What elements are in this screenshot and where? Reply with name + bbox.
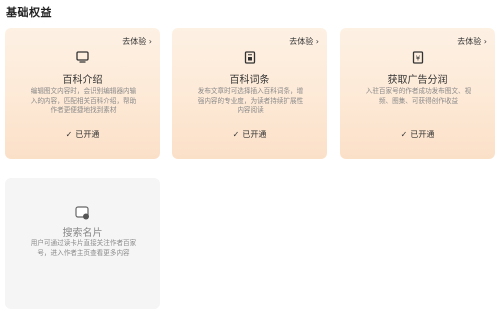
svg-text:¥: ¥ [415, 54, 420, 62]
try-it-link[interactable]: 去体验 › [457, 36, 487, 47]
try-it-link-label: 去体验 [289, 37, 314, 46]
check-icon: ✓ [65, 130, 73, 139]
card-description: 用户可通过读卡片直接关注作者百家号，进入作者主页查看更多内容 [30, 239, 137, 257]
search-card-icon [74, 205, 91, 221]
try-it-link-label: 去体验 [457, 37, 482, 46]
check-icon: ✓ [400, 130, 408, 139]
check-icon: ✓ [232, 130, 240, 139]
try-it-link[interactable]: 去体验 › [289, 36, 319, 47]
document-tag-icon [242, 49, 258, 65]
status-enabled: ✓ 已开通 [340, 129, 495, 140]
tv-screen-icon [75, 49, 91, 65]
card-baike-intro: 去体验 › 百科介绍 编辑图文内容时，会识别编辑器内输入的内容，匹配相关百科介绍… [5, 28, 160, 159]
try-it-link[interactable]: 去体验 › [122, 36, 152, 47]
status-label: 已开通 [410, 130, 435, 139]
card-title: 获取广告分润 [387, 75, 448, 86]
status-enabled: ✓ 已开通 [172, 129, 327, 140]
card-baike-entry: 去体验 › 百科词条 发布文章时可选择插入百科词条，增强内容的专业度，为读者持续… [172, 28, 327, 159]
card-description: 编辑图文内容时，会识别编辑器内输入的内容，匹配相关百科介绍，帮助作者更便捷地找到… [30, 87, 137, 115]
revenue-share-icon: ¥ [410, 49, 426, 65]
card-description: 发布文章时可选择插入百科词条，增强内容的专业度，为读者持续扩展性内容阅读 [197, 87, 304, 115]
card-search-namecard: 搜索名片 用户可通过读卡片直接关注作者百家号，进入作者主页查看更多内容 [5, 178, 160, 309]
try-it-link-label: 去体验 [122, 37, 147, 46]
status-label: 已开通 [242, 130, 267, 139]
status-enabled: ✓ 已开通 [5, 129, 160, 140]
card-description: 入驻百家号的作者成功发布图文、视频、图集、可获得创作收益 [365, 87, 472, 105]
card-title: 搜索名片 [62, 228, 103, 239]
card-title: 百科词条 [229, 75, 270, 86]
status-label: 已开通 [75, 130, 100, 139]
section-title: 基础权益 [6, 6, 52, 19]
card-title: 百科介绍 [62, 75, 103, 86]
card-ad-revenue: 去体验 › ¥ 获取广告分润 入驻百家号的作者成功发布图文、视频、图集、可获得创… [340, 28, 495, 159]
